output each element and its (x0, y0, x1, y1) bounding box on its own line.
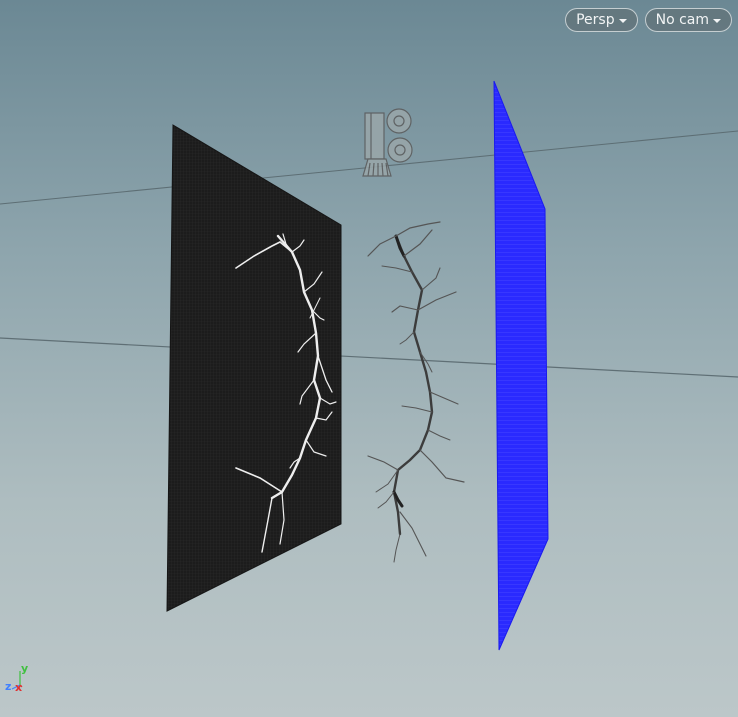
view-mode-label: Persp (576, 12, 615, 28)
axis-z-label: z (5, 680, 12, 693)
horizon-guide-line (0, 337, 738, 378)
view-controls: Persp No cam (565, 8, 732, 32)
view-mode-dropdown[interactable]: Persp (565, 8, 638, 32)
branch-geometry[interactable] (367, 221, 465, 563)
axis-y-label: y (21, 662, 29, 675)
camera-label: No cam (655, 12, 709, 28)
blue-mesh-plane[interactable] (493, 80, 549, 651)
chevron-down-icon (618, 19, 627, 23)
axis-x-label: x (15, 681, 23, 694)
axis-gizmo: y z x (4, 663, 34, 697)
camera-dropdown[interactable]: No cam (644, 8, 732, 32)
3d-viewport[interactable]: Persp No cam y z x (0, 0, 738, 717)
chevron-down-icon (713, 19, 721, 23)
dark-texture-plane[interactable] (166, 124, 342, 612)
camera-icon[interactable] (362, 108, 413, 177)
scene-canvas[interactable] (0, 0, 738, 717)
